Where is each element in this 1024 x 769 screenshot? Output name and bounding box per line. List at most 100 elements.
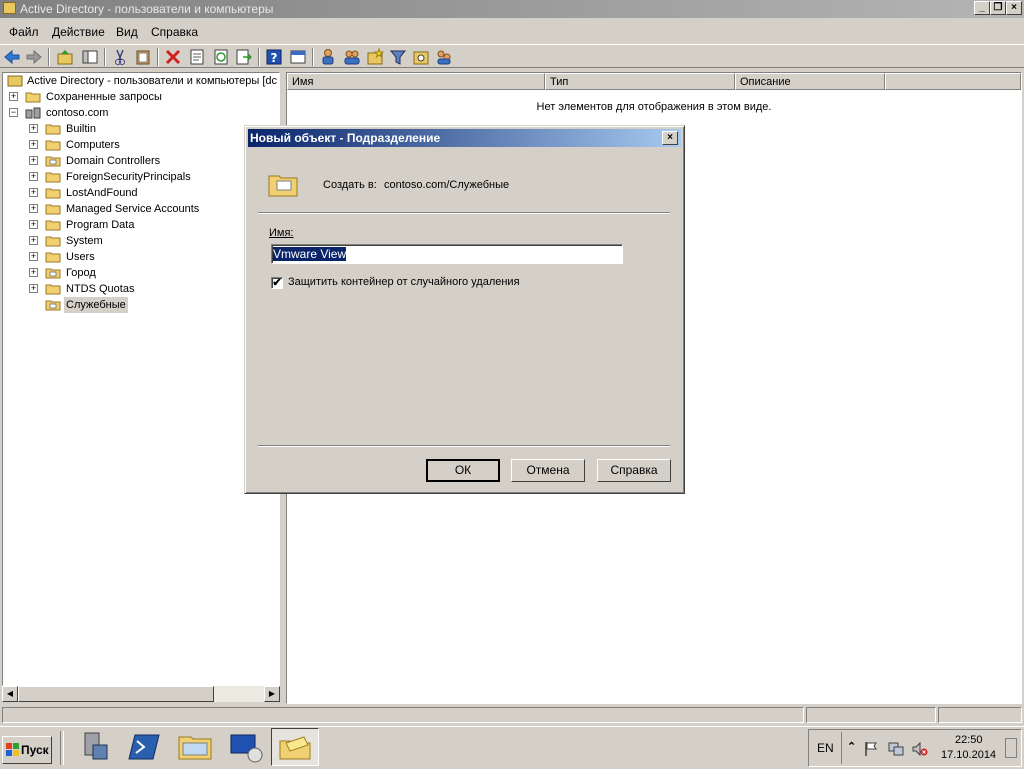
expand-icon[interactable]: + <box>29 204 38 213</box>
properties-icon[interactable] <box>188 48 206 66</box>
show-desktop-button[interactable] <box>1005 738 1017 758</box>
up-folder-icon[interactable] <box>56 48 74 66</box>
separator <box>258 445 670 447</box>
folder-icon <box>45 220 61 231</box>
tray-separator <box>841 732 842 764</box>
clock-date[interactable]: 17.10.2014 <box>941 749 996 761</box>
filter-icon[interactable] <box>389 48 407 66</box>
new-user-icon[interactable] <box>319 48 337 66</box>
expand-icon[interactable]: + <box>9 92 18 101</box>
expand-icon[interactable]: + <box>29 156 38 165</box>
console-root-icon <box>7 75 23 87</box>
folder-icon <box>45 172 61 183</box>
ou-folder-icon <box>45 156 61 167</box>
start-button[interactable]: Пуск <box>2 736 52 764</box>
column-header-type[interactable]: Тип <box>545 73 735 90</box>
console-tree[interactable]: Active Directory - пользователи и компью… <box>2 72 280 686</box>
back-arrow-icon[interactable] <box>3 48 21 66</box>
expand-icon[interactable]: + <box>29 252 38 261</box>
expand-icon[interactable]: + <box>29 220 38 229</box>
find-icon[interactable] <box>412 48 430 66</box>
ou-folder-icon <box>45 268 61 279</box>
close-button[interactable]: × <box>1006 1 1022 15</box>
explorer-icon[interactable] <box>175 729 215 765</box>
dialog-title-bar[interactable]: Новый объект - Подразделение × <box>248 129 681 147</box>
scroll-right-icon[interactable]: ▶ <box>264 686 280 702</box>
minimize-button[interactable]: _ <box>974 1 990 15</box>
windows-logo-icon <box>6 743 19 756</box>
column-header-name[interactable]: Имя <box>287 73 545 90</box>
clock-time[interactable]: 22:50 <box>955 734 983 746</box>
expand-icon[interactable]: + <box>29 284 38 293</box>
restore-button[interactable]: ❐ <box>990 1 1006 15</box>
create-in-value: contoso.com/Служебные <box>384 179 510 191</box>
language-indicator[interactable]: EN <box>817 741 834 755</box>
folder-icon <box>45 252 61 263</box>
cancel-button[interactable]: Отмена <box>511 459 585 482</box>
powershell-icon[interactable] <box>125 729 165 765</box>
empty-list-message: Нет элементов для отображения в этом вид… <box>536 101 772 113</box>
folder-icon <box>45 188 61 199</box>
svg-text:?: ? <box>271 51 278 65</box>
cut-icon[interactable] <box>111 48 129 66</box>
taskbar: Пуск EN ⌃ 22:50 17.10.2014 <box>0 726 1024 769</box>
expand-icon[interactable]: + <box>29 172 38 181</box>
new-ou-icon[interactable] <box>366 48 384 66</box>
dialog-title: Новый объект - Подразделение <box>250 131 441 145</box>
ad-users-computers-icon <box>279 736 311 760</box>
export-list-icon[interactable] <box>234 48 252 66</box>
taskbar-separator <box>60 731 64 765</box>
menu-file[interactable]: Файл <box>9 25 39 39</box>
new-group-icon[interactable] <box>343 48 361 66</box>
show-hide-action-pane-icon[interactable] <box>289 48 307 66</box>
protect-checkbox-label[interactable]: Защитить контейнер от случайного удалени… <box>288 276 520 288</box>
status-bar <box>0 706 1024 724</box>
folder-icon <box>45 284 61 295</box>
expand-icon[interactable]: + <box>29 236 38 245</box>
folder-icon <box>25 92 41 103</box>
protect-checkbox[interactable]: ✔ <box>271 277 283 289</box>
expand-icon[interactable]: + <box>29 124 38 133</box>
folder-icon <box>45 124 61 135</box>
menu-action[interactable]: Действие <box>52 25 105 39</box>
scroll-left-icon[interactable]: ◀ <box>2 686 18 702</box>
server-manager-icon[interactable] <box>75 729 115 765</box>
ok-button[interactable]: ОК <box>426 459 500 482</box>
add-to-group-icon[interactable] <box>435 48 453 66</box>
expand-icon[interactable]: + <box>29 188 38 197</box>
tree-horizontal-scrollbar[interactable]: ◀ ▶ <box>2 686 280 702</box>
collapse-icon[interactable]: − <box>9 108 18 117</box>
volume-muted-icon[interactable] <box>911 741 929 757</box>
new-ou-dialog[interactable]: Новый объект - Подразделение × Создать в… <box>244 125 685 494</box>
taskbar-active-app[interactable] <box>271 728 319 766</box>
expand-icon[interactable]: + <box>29 140 38 149</box>
menu-view[interactable]: Вид <box>116 25 138 39</box>
status-cell-2 <box>806 707 936 723</box>
refresh-icon[interactable] <box>212 48 230 66</box>
domain-icon <box>25 107 41 119</box>
action-center-flag-icon[interactable] <box>863 741 879 757</box>
forward-arrow-icon[interactable] <box>25 48 43 66</box>
show-hide-tree-icon[interactable] <box>81 48 99 66</box>
help-button[interactable]: Справка <box>597 459 671 482</box>
remote-desktop-icon[interactable] <box>225 729 265 765</box>
dialog-close-button[interactable]: × <box>662 131 678 145</box>
toolbar: ? <box>0 44 1024 68</box>
paste-icon[interactable] <box>134 48 152 66</box>
column-header-filler <box>885 73 1021 90</box>
status-cell-3 <box>938 707 1022 723</box>
scroll-thumb[interactable] <box>18 686 214 702</box>
show-hidden-icons-icon[interactable]: ⌃ <box>847 740 856 753</box>
menu-help[interactable]: Справка <box>151 25 198 39</box>
ou-icon <box>268 175 298 197</box>
window-title-bar[interactable]: Active Directory - пользователи и компью… <box>0 0 1024 18</box>
help-icon[interactable]: ? <box>265 48 283 66</box>
tree-root-label: Active Directory - пользователи и компью… <box>27 75 277 87</box>
delete-icon[interactable] <box>164 48 182 66</box>
name-input[interactable]: Vmware View <box>271 244 623 264</box>
column-header-description[interactable]: Описание <box>735 73 885 90</box>
status-cell-main <box>2 707 804 723</box>
network-icon[interactable] <box>887 741 905 757</box>
expand-icon[interactable]: + <box>29 268 38 277</box>
folder-icon <box>45 204 61 215</box>
